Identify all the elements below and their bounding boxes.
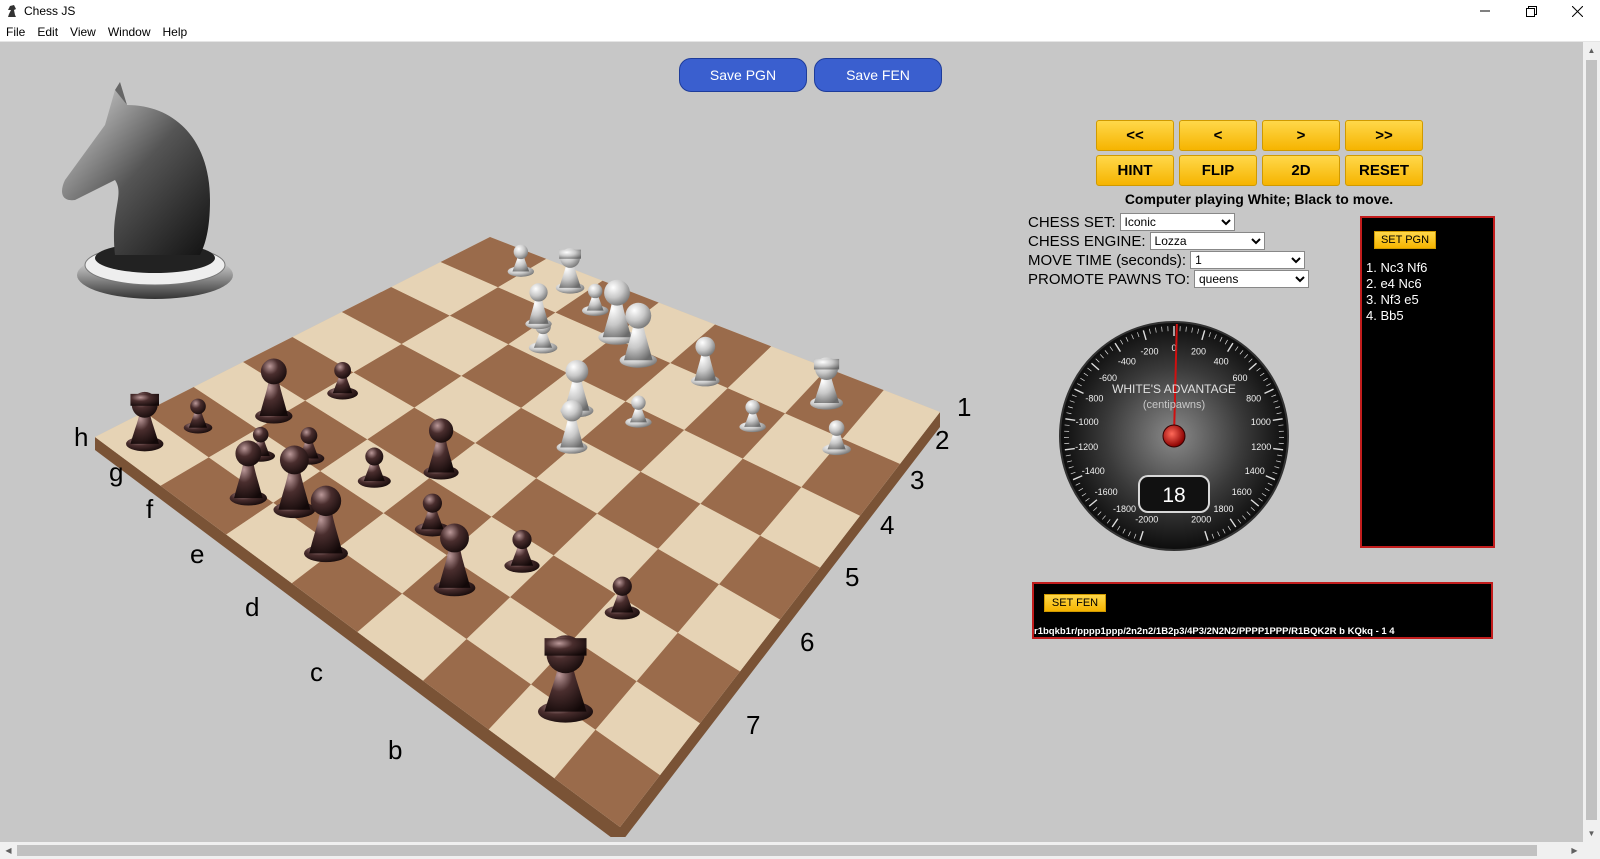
gauge-tick-label: -1400 [1082, 466, 1105, 476]
pgn-panel: SET PGN 1. Nc3 Nf6 2. e4 Nc6 3. Nf3 e5 4… [1360, 216, 1495, 548]
chess-engine-row: CHESS ENGINE: Lozza [1028, 232, 1265, 250]
game-status: Computer playing White; Black to move. [1124, 191, 1394, 207]
pgn-move: 3. Nf3 e5 [1366, 292, 1419, 307]
chess-set-label: CHESS SET: [1028, 213, 1116, 231]
save-fen-button[interactable]: Save FEN [814, 58, 942, 92]
file-label-f: f [146, 494, 154, 524]
pgn-move: 2. e4 Nc6 [1366, 276, 1422, 291]
menu-window[interactable]: Window [102, 25, 157, 39]
reset-button[interactable]: RESET [1345, 155, 1423, 186]
gauge-tick-label: 800 [1246, 394, 1261, 404]
menu-view[interactable]: View [64, 25, 102, 39]
file-label-b: b [388, 735, 403, 765]
gauge-tick-label: -1800 [1113, 504, 1136, 514]
window-title: Chess JS [24, 4, 76, 18]
pgn-move: 1. Nc3 Nf6 [1366, 260, 1428, 275]
gauge-tick-label: -2000 [1135, 515, 1158, 525]
next-move-button[interactable]: > [1262, 120, 1340, 151]
vertical-scrollbar[interactable]: ▲ ▼ [1583, 42, 1600, 842]
rank-label-2: 2 [935, 425, 950, 455]
save-pgn-button[interactable]: Save PGN [679, 58, 807, 92]
scroll-left-icon[interactable]: ◀ [0, 842, 17, 859]
hint-button[interactable]: HINT [1096, 155, 1174, 186]
rank-label-5: 5 [845, 562, 860, 592]
menu-file[interactable]: File [0, 25, 31, 39]
chess-engine-label: CHESS ENGINE: [1028, 232, 1146, 250]
file-label-h: h [74, 422, 89, 452]
move-time-label: MOVE TIME (seconds): [1028, 251, 1187, 269]
gauge-tick-label: 1800 [1213, 504, 1233, 514]
menu-bar: File Edit View Window Help [0, 22, 1600, 42]
pgn-move-list: 1. Nc3 Nf6 2. e4 Nc6 3. Nf3 e5 4. Bb5 [1366, 260, 1427, 324]
menu-help[interactable]: Help [157, 25, 194, 39]
gauge-tick-label: -800 [1085, 394, 1103, 404]
minimize-button[interactable] [1462, 0, 1508, 22]
advantage-gauge: -2000-1800-1600-1400-1200-1000-800-600-4… [1059, 321, 1289, 551]
scrollbar-corner [1583, 842, 1600, 859]
menu-edit[interactable]: Edit [31, 25, 64, 39]
gauge-value: 18 [1162, 484, 1185, 507]
gauge-tick-label: 400 [1214, 357, 1229, 367]
vertical-scroll-thumb[interactable] [1586, 60, 1597, 820]
gauge-tick-label: -1000 [1076, 417, 1099, 427]
promote-row: PROMOTE PAWNS TO: queens [1028, 270, 1309, 288]
gauge-tick-label: 200 [1191, 346, 1206, 356]
move-time-select[interactable]: 1 [1190, 251, 1306, 269]
gauge-tick-label: -1200 [1075, 442, 1098, 452]
gauge-tick-label: -1600 [1095, 487, 1118, 497]
fen-string[interactable]: r1bqkb1r/pppp1ppp/2n2n2/1B2p3/4P3/2N2N2/… [1034, 626, 1395, 637]
chess-knight-app-icon [4, 3, 20, 19]
file-label-d: d [245, 592, 260, 622]
rank-label-1: 1 [957, 392, 972, 422]
rank-label-6: 6 [800, 627, 815, 657]
fen-panel: SET FEN r1bqkb1r/pppp1ppp/2n2n2/1B2p3/4P… [1032, 582, 1493, 639]
move-time-row: MOVE TIME (seconds): 1 [1028, 251, 1306, 269]
gauge-tick-label: 1000 [1251, 417, 1271, 427]
rank-label-3: 3 [910, 465, 925, 495]
gauge-tick-label: 2000 [1191, 515, 1211, 525]
previous-move-button[interactable]: < [1179, 120, 1257, 151]
file-label-g: g [109, 457, 124, 487]
gauge-tick-label: -200 [1140, 346, 1158, 356]
last-move-button[interactable]: >> [1345, 120, 1423, 151]
chess-set-row: CHESS SET: Iconic [1028, 213, 1235, 231]
chess-engine-select[interactable]: Lozza [1149, 232, 1265, 250]
2d-button[interactable]: 2D [1262, 155, 1340, 186]
gauge-subtitle: (centipawns) [1143, 399, 1205, 411]
horizontal-scrollbar[interactable]: ◀ ▶ [0, 842, 1583, 859]
rank-label-4: 4 [880, 510, 895, 540]
gauge-tick-label: 1200 [1251, 442, 1271, 452]
set-fen-button[interactable]: SET FEN [1044, 594, 1106, 612]
title-bar: Chess JS [0, 0, 1600, 22]
gauge-title: WHITE'S ADVANTAGE [1112, 382, 1236, 396]
promote-label: PROMOTE PAWNS TO: [1028, 270, 1190, 288]
gauge-tick-label: 1600 [1232, 487, 1252, 497]
scroll-up-icon[interactable]: ▲ [1583, 42, 1600, 59]
scroll-right-icon[interactable]: ▶ [1566, 842, 1583, 859]
pgn-move: 4. Bb5 [1366, 308, 1404, 323]
chess-board-3d[interactable] [90, 237, 950, 837]
file-label-c: c [310, 657, 323, 687]
horizontal-scroll-thumb[interactable] [17, 845, 1537, 856]
file-label-e: e [190, 539, 205, 569]
gauge-tick-label: 1400 [1245, 466, 1265, 476]
restore-button[interactable] [1508, 0, 1554, 22]
main-content: Save PGN Save FEN h g f e d c b 1 2 3 4 … [0, 42, 1583, 842]
chess-set-select[interactable]: Iconic [1119, 213, 1235, 231]
promote-select[interactable]: queens [1193, 270, 1309, 288]
rank-label-7: 7 [746, 710, 761, 740]
scroll-down-icon[interactable]: ▼ [1583, 825, 1600, 842]
close-button[interactable] [1554, 0, 1600, 22]
first-move-button[interactable]: << [1096, 120, 1174, 151]
flip-button[interactable]: FLIP [1179, 155, 1257, 186]
gauge-tick-label: -400 [1118, 357, 1136, 367]
set-pgn-button[interactable]: SET PGN [1374, 231, 1436, 249]
